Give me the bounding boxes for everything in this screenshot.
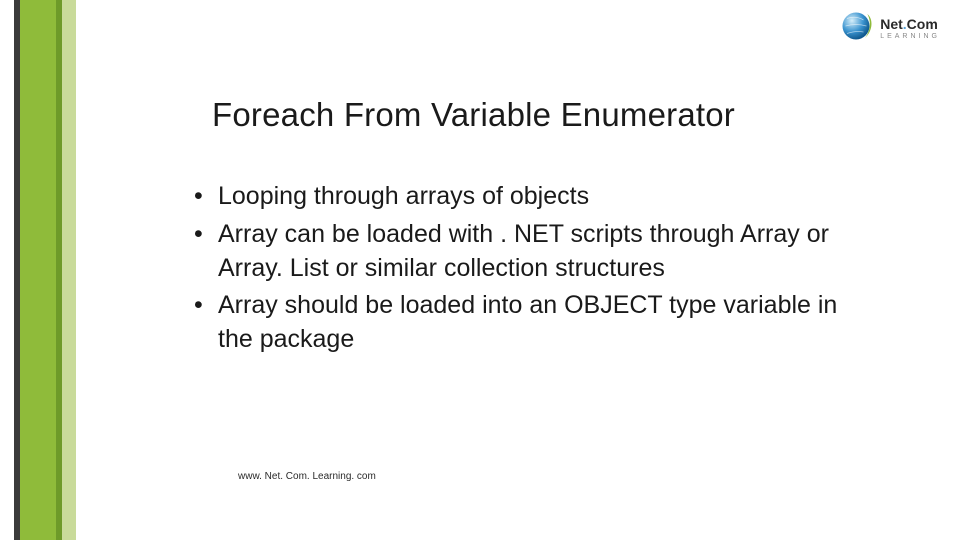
list-item: Array can be loaded with . NET scripts t… xyxy=(190,218,840,286)
accent-bar-main xyxy=(20,0,56,540)
accent-bar-light xyxy=(62,0,76,540)
globe-icon xyxy=(838,8,874,49)
logo-brand-tail: Com xyxy=(907,16,938,32)
list-item: Array should be loaded into an OBJECT ty… xyxy=(190,289,840,357)
netcom-logo: Net.Com LEARNING xyxy=(838,8,940,49)
slide-title: Foreach From Variable Enumerator xyxy=(212,96,735,134)
bullet-list: Looping through arrays of objects Array … xyxy=(190,180,840,361)
logo-brand-main: Net xyxy=(880,16,903,32)
logo-text: Net.Com LEARNING xyxy=(880,17,940,40)
logo-subtext: LEARNING xyxy=(880,33,940,40)
logo-brand: Net.Com xyxy=(880,17,940,31)
slide: Net.Com LEARNING Foreach From Variable E… xyxy=(0,0,960,540)
footer-url: www. Net. Com. Learning. com xyxy=(238,471,376,482)
list-item: Looping through arrays of objects xyxy=(190,180,840,214)
